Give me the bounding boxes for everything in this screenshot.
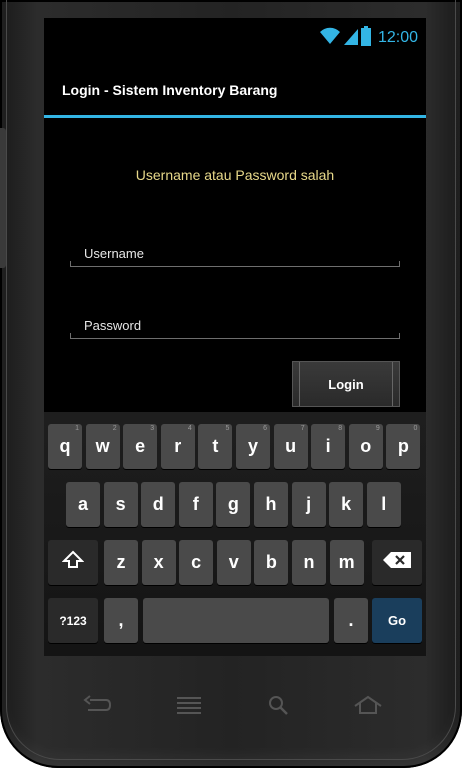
key-hint: 8 [338,425,343,432]
key-v[interactable]: v [216,540,251,585]
delete-icon [382,551,412,574]
key-hint: 1 [75,425,79,432]
username-field[interactable] [70,242,400,267]
delete-key[interactable] [372,540,422,585]
key-hint: 7 [300,425,305,432]
key-hint: 5 [225,425,230,432]
comma-key[interactable]: , [104,598,138,643]
search-icon[interactable] [266,694,292,721]
key-label: e [135,436,146,456]
key-q[interactable]: q1 [48,424,82,469]
status-bar: 12:00 [44,18,426,62]
back-icon[interactable] [82,694,112,721]
phone-frame: 12:00 Login - Sistem Inventory Barang Us… [0,0,462,768]
app-title: Login - Sistem Inventory Barang [62,82,278,98]
key-b[interactable]: b [254,540,289,585]
wifi-icon [319,27,341,50]
key-c[interactable]: c [179,540,214,585]
clock: 12:00 [377,29,418,46]
hardware-nav-bar [0,676,462,736]
key-a[interactable]: a [66,482,100,527]
key-hint: 2 [112,425,117,432]
key-o[interactable]: o9 [348,424,383,469]
key-s[interactable]: s [103,482,138,527]
signal-icon [343,27,358,50]
password-field[interactable] [70,314,400,339]
volume-button [0,128,6,268]
shift-icon [61,549,85,576]
key-t[interactable]: t5 [198,424,233,469]
key-l[interactable]: l [366,482,401,527]
key-d[interactable]: d [141,482,176,527]
key-j[interactable]: j [291,482,326,527]
key-z[interactable]: z [104,540,138,585]
key-hint: 4 [187,425,192,432]
key-k[interactable]: k [329,482,364,527]
menu-icon[interactable] [174,694,204,721]
error-message: Username atau Password salah [135,167,335,183]
password-input[interactable] [84,314,384,336]
key-label: w [95,436,110,456]
key-m[interactable]: m [329,540,364,585]
key-label: t [212,436,219,456]
key-label: i [325,436,331,456]
key-label: q [59,436,71,456]
status-icons: 12:00 [319,25,418,51]
key-hint: 9 [375,425,380,432]
username-input[interactable] [84,242,384,264]
key-x[interactable]: x [141,540,176,585]
soft-keyboard: q1w2e3r4t5y6u7i8o9p0 asdfghjkl z x c v b… [44,412,426,656]
screen: 12:00 Login - Sistem Inventory Barang Us… [44,18,426,656]
go-key[interactable]: Go [372,598,422,643]
key-p[interactable]: p0 [386,424,421,469]
key-label: y [247,436,258,456]
space-key[interactable] [143,598,329,643]
shift-key[interactable] [48,540,98,585]
period-key[interactable]: . [334,598,368,643]
key-hint: 0 [413,425,418,432]
key-n[interactable]: n [292,540,326,585]
key-label: u [285,436,297,456]
key-i[interactable]: i8 [311,424,346,469]
battery-icon [360,25,371,51]
key-h[interactable]: h [254,482,288,527]
key-w[interactable]: w2 [85,424,120,469]
key-y[interactable]: y6 [236,424,270,469]
key-u[interactable]: u7 [273,424,308,469]
key-r[interactable]: r4 [160,424,195,469]
key-label: o [360,436,372,456]
key-hint: 6 [263,425,267,432]
key-g[interactable]: g [216,482,251,527]
key-f[interactable]: f [178,482,213,527]
key-label: r [174,436,182,456]
login-button[interactable]: Login [292,361,400,407]
key-hint: 3 [150,425,155,432]
title-bar: Login - Sistem Inventory Barang [44,62,426,118]
key-e[interactable]: e3 [123,424,158,469]
symbols-key[interactable]: ?123 [48,598,98,643]
key-label: p [397,436,409,456]
home-icon[interactable] [352,694,384,721]
